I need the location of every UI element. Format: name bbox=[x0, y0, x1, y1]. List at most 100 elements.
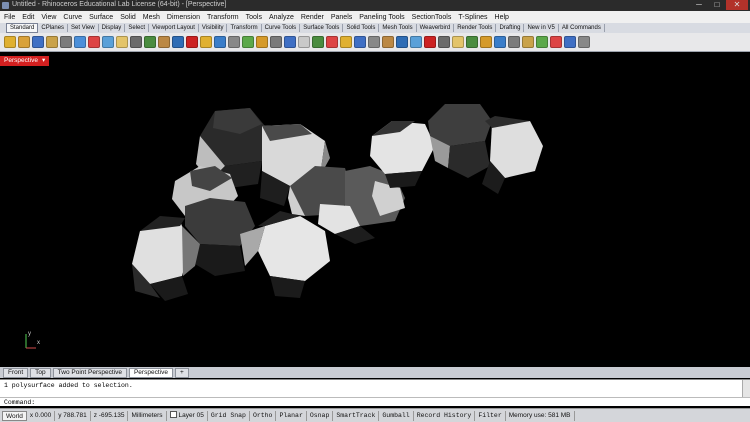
menu-panels[interactable]: Panels bbox=[331, 14, 352, 21]
status-pane-osnap[interactable]: Osnap bbox=[307, 410, 334, 421]
rhino-app-icon[interactable] bbox=[2, 2, 9, 9]
viewport-tab-perspective[interactable]: Perspective bbox=[128, 367, 173, 378]
toolbar-command-icon[interactable] bbox=[102, 36, 114, 48]
toolbar-command-icon[interactable] bbox=[32, 36, 44, 48]
toolbar-tab-mesh-tools[interactable]: Mesh Tools bbox=[379, 24, 417, 32]
toolbar-command-icon[interactable] bbox=[438, 36, 450, 48]
perspective-viewport[interactable] bbox=[0, 66, 750, 366]
toolbar-command-icon[interactable] bbox=[60, 36, 72, 48]
toolbar-command-icon[interactable] bbox=[494, 36, 506, 48]
toolbar-tab-display[interactable]: Display bbox=[99, 24, 126, 32]
toolbar-command-icon[interactable] bbox=[550, 36, 562, 48]
menu-edit[interactable]: Edit bbox=[22, 14, 34, 21]
toolbar-command-icon[interactable] bbox=[452, 36, 464, 48]
toolbar-command-icon[interactable] bbox=[144, 36, 156, 48]
toolbar-command-icon[interactable] bbox=[228, 36, 240, 48]
toolbar-command-icon[interactable] bbox=[130, 36, 142, 48]
menu-sectiontools[interactable]: SectionTools bbox=[412, 14, 452, 21]
command-line[interactable]: Command: bbox=[0, 397, 750, 406]
toolbar-command-icon[interactable] bbox=[382, 36, 394, 48]
toolbar-command-icon[interactable] bbox=[312, 36, 324, 48]
polyhedron-11[interactable] bbox=[482, 116, 543, 194]
close-button[interactable]: ✕ bbox=[726, 0, 748, 10]
menu-tools[interactable]: Tools bbox=[246, 14, 262, 21]
status-pane-filter[interactable]: Filter bbox=[475, 410, 506, 421]
toolbar-tab-surface-tools[interactable]: Surface Tools bbox=[300, 24, 344, 32]
toolbar-command-icon[interactable] bbox=[4, 36, 16, 48]
add-viewport-tab-button[interactable]: + bbox=[174, 367, 189, 378]
toolbar-command-icon[interactable] bbox=[466, 36, 478, 48]
toolbar-tab-select[interactable]: Select bbox=[125, 24, 149, 32]
status-pane-planar[interactable]: Planar bbox=[276, 410, 307, 421]
viewport-tab-top[interactable]: Top bbox=[30, 367, 51, 378]
status-pane-record-history[interactable]: Record History bbox=[414, 410, 476, 421]
toolbar-command-icon[interactable] bbox=[368, 36, 380, 48]
viewport-title-perspective[interactable]: Perspective ▾ bbox=[0, 56, 50, 66]
toolbar-command-icon[interactable] bbox=[508, 36, 520, 48]
toolbar-command-icon[interactable] bbox=[410, 36, 422, 48]
toolbar-command-icon[interactable] bbox=[326, 36, 338, 48]
toolbar-command-icon[interactable] bbox=[536, 36, 548, 48]
toolbar-tab-weaverbird[interactable]: Weaverbird bbox=[417, 24, 455, 32]
toolbar-command-icon[interactable] bbox=[18, 36, 30, 48]
menu-file[interactable]: File bbox=[4, 14, 15, 21]
toolbar-tab-cplanes[interactable]: CPlanes bbox=[38, 24, 69, 32]
toolbar-tab-viewport-layout[interactable]: Viewport Layout bbox=[149, 24, 199, 32]
toolbar-command-icon[interactable] bbox=[298, 36, 310, 48]
menu-paneling-tools[interactable]: Paneling Tools bbox=[359, 14, 404, 21]
toolbar-command-icon[interactable] bbox=[578, 36, 590, 48]
toolbar-command-icon[interactable] bbox=[172, 36, 184, 48]
viewport-tab-front[interactable]: Front bbox=[3, 367, 29, 378]
menu-mesh[interactable]: Mesh bbox=[143, 14, 160, 21]
status-pane-ortho[interactable]: Ortho bbox=[250, 410, 277, 421]
menu-view[interactable]: View bbox=[41, 14, 56, 21]
status-pane-smarttrack[interactable]: SmartTrack bbox=[333, 410, 380, 421]
toolbar-command-icon[interactable] bbox=[284, 36, 296, 48]
menu-t-splines[interactable]: T-Splines bbox=[458, 14, 487, 21]
menu-help[interactable]: Help bbox=[495, 14, 509, 21]
command-history-scrollbar[interactable] bbox=[742, 380, 750, 398]
toolbar-tab-transform[interactable]: Transform bbox=[227, 24, 262, 32]
menu-render[interactable]: Render bbox=[301, 14, 324, 21]
toolbar-command-icon[interactable] bbox=[74, 36, 86, 48]
toolbar-tab-curve-tools[interactable]: Curve Tools bbox=[262, 24, 301, 32]
polyhedron-10[interactable] bbox=[428, 104, 492, 178]
toolbar-command-icon[interactable] bbox=[158, 36, 170, 48]
toolbar-tab-set-view[interactable]: Set View bbox=[68, 24, 99, 32]
menu-curve[interactable]: Curve bbox=[63, 14, 82, 21]
toolbar-tab-all-commands[interactable]: All Commands bbox=[559, 24, 605, 32]
status-pane-gumball[interactable]: Gumball bbox=[379, 410, 414, 421]
viewport-tab-two-point-perspective[interactable]: Two Point Perspective bbox=[52, 367, 127, 378]
cplane-world-button[interactable]: World bbox=[2, 410, 27, 421]
toolbar-command-icon[interactable] bbox=[242, 36, 254, 48]
toolbar-tab-standard[interactable]: Standard bbox=[6, 23, 39, 33]
layer-selector[interactable]: Layer 05 bbox=[167, 410, 208, 421]
toolbar-command-icon[interactable] bbox=[270, 36, 282, 48]
toolbar-tab-solid-tools[interactable]: Solid Tools bbox=[343, 24, 380, 32]
menu-analyze[interactable]: Analyze bbox=[269, 14, 294, 21]
menu-transform[interactable]: Transform bbox=[207, 14, 239, 21]
toolbar-command-icon[interactable] bbox=[522, 36, 534, 48]
toolbar-command-icon[interactable] bbox=[88, 36, 100, 48]
minimize-button[interactable]: ─ bbox=[690, 0, 708, 10]
toolbar-command-icon[interactable] bbox=[396, 36, 408, 48]
toolbar-tab-visibility[interactable]: Visibility bbox=[199, 24, 228, 32]
toolbar-command-icon[interactable] bbox=[256, 36, 268, 48]
status-pane-grid-snap[interactable]: Grid Snap bbox=[208, 410, 250, 421]
menu-dimension[interactable]: Dimension bbox=[167, 14, 200, 21]
toolbar-tab-drafting[interactable]: Drafting bbox=[496, 24, 525, 32]
truncated-polyhedra-model[interactable] bbox=[0, 66, 750, 366]
toolbar-command-icon[interactable] bbox=[214, 36, 226, 48]
menu-surface[interactable]: Surface bbox=[89, 14, 113, 21]
toolbar-command-icon[interactable] bbox=[340, 36, 352, 48]
toolbar-command-icon[interactable] bbox=[564, 36, 576, 48]
toolbar-command-icon[interactable] bbox=[480, 36, 492, 48]
toolbar-command-icon[interactable] bbox=[354, 36, 366, 48]
polyhedron-4[interactable] bbox=[132, 216, 190, 301]
toolbar-command-icon[interactable] bbox=[200, 36, 212, 48]
toolbar-tab-render-tools[interactable]: Render Tools bbox=[454, 24, 497, 32]
menu-solid[interactable]: Solid bbox=[120, 14, 136, 21]
toolbar-tab-new-in-v5[interactable]: New in V5 bbox=[524, 24, 559, 32]
toolbar-command-icon[interactable] bbox=[186, 36, 198, 48]
maximize-button[interactable]: □ bbox=[708, 0, 726, 10]
